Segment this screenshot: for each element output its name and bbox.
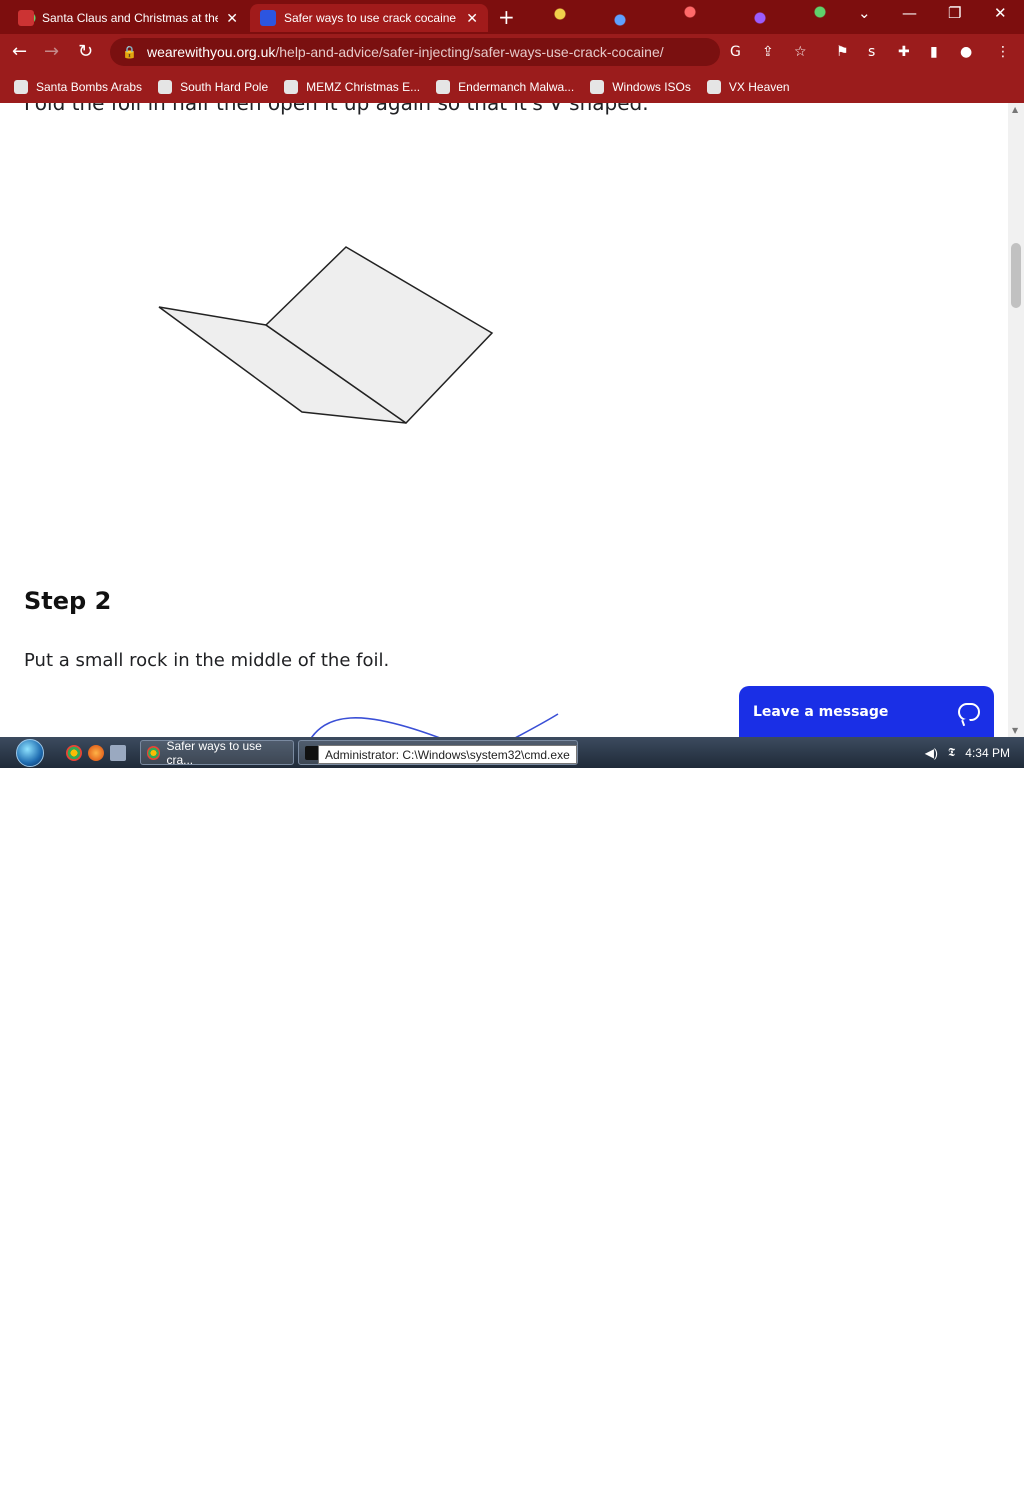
browser-chrome: Santa Claus and Christmas at the ✕ Safer… [0,0,1024,103]
google-icon[interactable]: G [730,44,741,60]
url-domain: wearewithyou.org.uk [146,44,276,60]
cmd-icon [305,745,319,760]
restore-button[interactable]: ❐ [948,4,961,22]
chat-bubble-icon [958,702,980,721]
v-shaped-foil-illustration [158,246,494,424]
profile-avatar-icon[interactable]: ● [960,44,972,60]
tab-close-icon[interactable]: ✕ [226,10,238,27]
back-button[interactable]: ← [12,42,27,62]
leave-message-button[interactable]: Leave a message [739,686,994,737]
side-panel-icon[interactable]: ▮ [930,44,938,60]
instruction-text: Fold the foil in half then open it up ag… [24,103,649,115]
bookmark-item[interactable]: Windows ISOs [590,79,691,94]
new-tab-button[interactable]: + [498,6,515,28]
share-icon[interactable]: ⇪ [762,44,774,60]
scroll-down-icon[interactable]: ▼ [1012,726,1018,735]
taskbar-chrome-window[interactable]: Safer ways to use cra... [140,739,294,767]
bookmark-item[interactable]: VX Heaven [706,79,790,94]
tab-strip: Santa Claus and Christmas at the ✕ Safer… [0,0,1024,34]
url-path: /help-and-advice/safer-injecting/safer-w… [275,44,664,60]
forward-button[interactable]: → [44,42,59,62]
start-button[interactable] [10,737,50,768]
chrome-quicklaunch-icon[interactable] [66,745,82,761]
clock[interactable]: 4:34 PM [965,746,1010,760]
step-description: Put a small rock in the middle of the fo… [24,650,390,671]
menu-kebab-icon[interactable]: ⋮ [996,44,1010,60]
extension-s-icon[interactable]: s [868,44,875,60]
favicon-wearewithyou-icon [260,10,276,26]
windows-iso-icon [590,79,605,94]
bookmark-item[interactable]: South Hard Pole [158,79,268,94]
foil-illustration-partial [310,713,559,737]
bookmark-star-icon[interactable]: ☆ [794,44,807,60]
tab-active[interactable]: Safer ways to use crack cocaine ✕ [250,4,488,32]
scroll-up-icon[interactable]: ▲ [1012,105,1018,114]
endermanch-icon [436,79,451,94]
tab-search-icon[interactable]: ⌄ [858,4,871,22]
windows-orb-icon [16,738,44,767]
bookmark-item[interactable]: Santa Bombs Arabs [14,79,142,94]
tab-title: Safer ways to use crack cocaine [284,11,457,25]
tb-app-icon[interactable]: 𝕿 [948,745,955,760]
bookmark-item[interactable]: Endermanch Malwa... [436,79,574,94]
volume-icon[interactable]: ◀) [925,746,938,760]
reload-button[interactable]: ↻ [78,42,93,62]
santa-icon [14,79,28,94]
chat-label: Leave a message [753,703,889,720]
tab-santa[interactable]: Santa Claus and Christmas at the ✕ [8,4,248,32]
page-scrollbar[interactable]: ▲ ▼ [1008,103,1024,737]
desktop-quicklaunch-icon[interactable] [110,745,126,761]
page-content: Fold the foil in half then open it up ag… [0,103,1008,737]
firefox-quicklaunch-icon[interactable] [88,745,104,761]
lock-icon: 🔒 [122,45,137,59]
tab-title: Santa Claus and Christmas at the [42,11,219,25]
chrome-icon [147,745,161,760]
memz-icon [284,79,299,94]
close-window-button[interactable]: ✕ [994,4,1007,22]
taskbar-tooltip: Administrator: C:\Windows\system32\cmd.e… [318,745,577,764]
system-tray: ◀) 𝕿 4:34 PM [925,745,1010,760]
tab-close-icon[interactable]: ✕ [466,10,478,27]
address-bar[interactable]: 🔒 wearewithyou.org.uk /help-and-advice/s… [110,38,720,66]
watermark-text: c:\windows\s... [850,1475,929,1489]
scroll-thumb[interactable] [1011,243,1021,308]
bookmarks-bar: Santa Bombs Arabs South Hard Pole MEMZ C… [0,70,1024,103]
extensions-puzzle-icon[interactable]: ✚ [898,44,910,60]
snowflake-icon [158,79,173,94]
minimize-button[interactable]: — [902,4,917,22]
step-heading: Step 2 [24,587,112,615]
favicon-santa-icon [18,10,34,26]
vx-heaven-icon [706,79,721,94]
toolbar: ← → ↻ 🔒 wearewithyou.org.uk /help-and-ad… [0,34,1024,70]
bookmark-item[interactable]: MEMZ Christmas E... [284,79,420,94]
extension-flag-icon[interactable]: ⚑ [836,44,849,60]
